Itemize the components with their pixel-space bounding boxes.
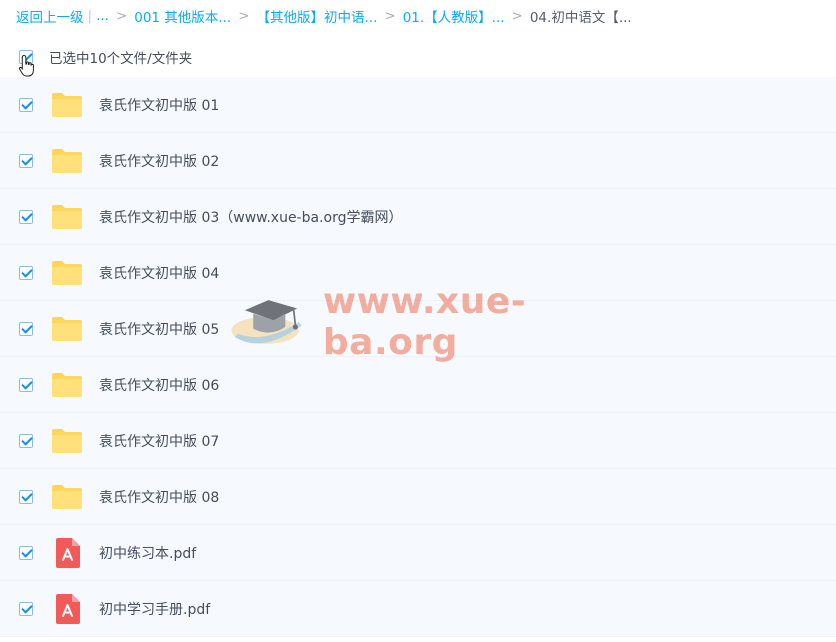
row-checkbox[interactable] bbox=[19, 545, 33, 560]
selection-count: 已选中10个文件/文件夹 bbox=[49, 51, 193, 67]
file-name[interactable]: 袁氏作文初中版 07 bbox=[99, 431, 219, 451]
file-row[interactable]: 袁氏作文初中版 08 bbox=[0, 469, 836, 525]
row-checkbox[interactable] bbox=[19, 321, 33, 336]
breadcrumb-separator-icon: > bbox=[511, 8, 523, 24]
row-checkbox[interactable] bbox=[19, 153, 33, 168]
pdf-icon bbox=[51, 593, 83, 624]
file-name[interactable]: 袁氏作文初中版 02 bbox=[99, 151, 219, 171]
breadcrumb-item[interactable]: 【其他版】初中语... bbox=[257, 6, 378, 26]
breadcrumb-separator-icon: > bbox=[115, 8, 128, 24]
file-row[interactable]: 袁氏作文初中版 01 bbox=[0, 77, 836, 133]
breadcrumb-divider: | bbox=[87, 8, 93, 24]
pdf-icon bbox=[51, 537, 83, 568]
folder-icon bbox=[51, 370, 83, 400]
breadcrumb-item[interactable]: 01.【人教版】... bbox=[403, 6, 505, 26]
folder-icon bbox=[51, 90, 83, 120]
folder-icon bbox=[51, 146, 83, 176]
folder-icon bbox=[51, 426, 83, 456]
breadcrumb-item[interactable]: 001 其他版本... bbox=[134, 6, 231, 26]
file-name[interactable]: 袁氏作文初中版 04 bbox=[99, 263, 219, 283]
row-checkbox[interactable] bbox=[19, 377, 33, 392]
row-checkbox[interactable] bbox=[19, 265, 33, 280]
row-checkbox[interactable] bbox=[19, 433, 33, 448]
file-name[interactable]: 袁氏作文初中版 03（www.xue-ba.org学霸网） bbox=[99, 207, 402, 227]
file-name[interactable]: 袁氏作文初中版 08 bbox=[99, 487, 219, 507]
folder-icon bbox=[51, 258, 83, 288]
row-checkbox[interactable] bbox=[19, 489, 33, 504]
file-row[interactable]: 袁氏作文初中版 04 bbox=[0, 245, 836, 301]
folder-icon bbox=[51, 202, 83, 232]
row-checkbox[interactable] bbox=[19, 601, 33, 616]
file-row[interactable]: 袁氏作文初中版 02 bbox=[0, 133, 836, 189]
folder-icon bbox=[51, 314, 83, 344]
file-list: 袁氏作文初中版 01 袁氏作文初中版 02 袁氏作文初中版 03（www.xue… bbox=[0, 77, 836, 637]
file-name[interactable]: 袁氏作文初中版 01 bbox=[99, 95, 219, 115]
file-name[interactable]: 初中练习本.pdf bbox=[99, 543, 196, 563]
selection-bar: 已选中10个文件/文件夹 bbox=[0, 40, 836, 74]
file-row[interactable]: 初中学习手册.pdf bbox=[0, 581, 836, 637]
row-checkbox[interactable] bbox=[19, 209, 33, 224]
hand-cursor-icon bbox=[18, 54, 34, 77]
breadcrumb-separator-icon: > bbox=[384, 8, 396, 24]
breadcrumb-separator-icon: > bbox=[238, 8, 250, 24]
breadcrumb: 返回上一级 | ... > 001 其他版本... > 【其他版】初中语... … bbox=[16, 0, 836, 32]
row-checkbox[interactable] bbox=[19, 97, 33, 112]
file-row[interactable]: 初中练习本.pdf bbox=[0, 525, 836, 581]
breadcrumb-current: 04.初中语文【... bbox=[529, 10, 632, 26]
file-row[interactable]: 袁氏作文初中版 06 bbox=[0, 357, 836, 413]
file-row[interactable]: 袁氏作文初中版 07 bbox=[0, 413, 836, 469]
breadcrumb-ellipsis[interactable]: ... bbox=[96, 8, 109, 24]
back-link[interactable]: 返回上一级 bbox=[16, 6, 84, 26]
file-name[interactable]: 初中学习手册.pdf bbox=[99, 599, 210, 619]
file-name[interactable]: 袁氏作文初中版 05 bbox=[99, 319, 219, 339]
folder-icon bbox=[51, 482, 83, 512]
file-row[interactable]: 袁氏作文初中版 05 bbox=[0, 301, 836, 357]
file-row[interactable]: 袁氏作文初中版 03（www.xue-ba.org学霸网） bbox=[0, 189, 836, 245]
file-name[interactable]: 袁氏作文初中版 06 bbox=[99, 375, 219, 395]
